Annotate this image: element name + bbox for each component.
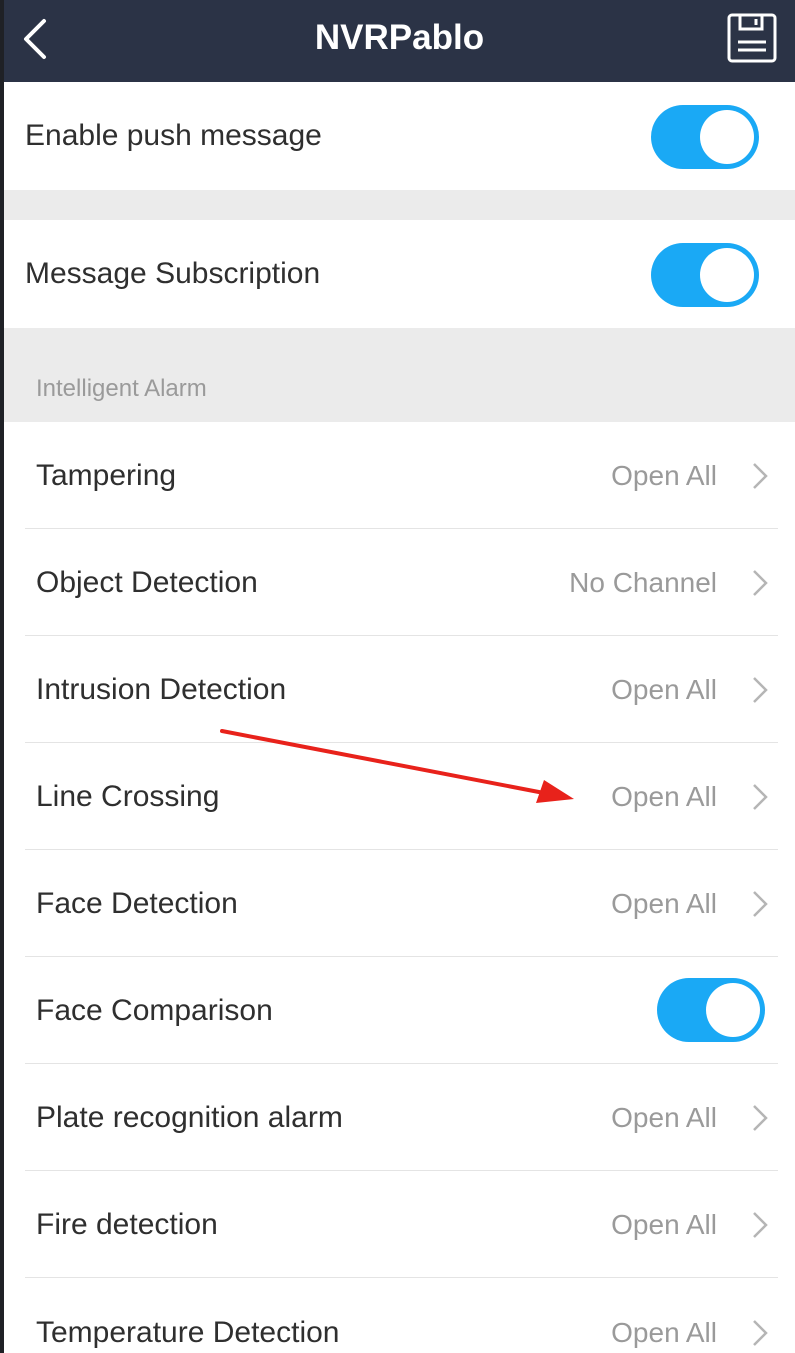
alarm-item-value: Open All: [611, 460, 717, 491]
chevron-right-icon: [753, 570, 768, 596]
chevron-right-icon: [753, 1320, 768, 1346]
chevron-right-icon: [753, 463, 768, 489]
chevron-right-icon: [753, 1105, 768, 1131]
alarm-item-label: Temperature Detection: [36, 1316, 340, 1349]
chevron-right-icon: [753, 784, 768, 810]
alarm-item-value: Open All: [611, 1317, 717, 1348]
alarm-item-value: Open All: [611, 781, 717, 812]
floppy-disk-icon[interactable]: [726, 12, 778, 64]
page-title: NVRPablo: [314, 18, 485, 57]
alarm-item-label: Fire detection: [36, 1208, 218, 1241]
toggle-knob: [706, 983, 760, 1037]
push-message-label: Enable push message: [25, 119, 322, 152]
chevron-right-icon: [753, 1212, 768, 1238]
message-subscription-row: Message Subscription: [4, 220, 795, 328]
alarm-item-fire-detection[interactable]: Fire detection Open All: [4, 1171, 795, 1277]
alarm-item-value: Open All: [611, 888, 717, 919]
alarm-item-value: Open All: [611, 1209, 717, 1240]
alarm-item-label: Face Detection: [36, 887, 238, 920]
alarm-item-value: No Channel: [569, 567, 717, 598]
section-header-bar: Intelligent Alarm: [4, 328, 795, 422]
toggle-knob: [700, 248, 754, 302]
alarm-item-line-crossing[interactable]: Line Crossing Open All: [4, 743, 795, 849]
nav-bar: NVRPablo: [4, 0, 795, 82]
alarm-item-face-comparison: Face Comparison: [4, 957, 795, 1063]
alarm-item-intrusion-detection[interactable]: Intrusion Detection Open All: [4, 636, 795, 742]
alarm-item-label: Object Detection: [36, 566, 258, 599]
push-message-row: Enable push message: [4, 82, 795, 190]
toggle-knob: [700, 110, 754, 164]
message-subscription-toggle[interactable]: [651, 243, 759, 307]
alarm-item-label: Plate recognition alarm: [36, 1101, 343, 1134]
alarm-item-tampering[interactable]: Tampering Open All: [4, 422, 795, 529]
section-gap: [4, 190, 795, 220]
alarm-item-value: Open All: [611, 1102, 717, 1133]
alarm-item-value: Open All: [611, 674, 717, 705]
chevron-right-icon: [753, 677, 768, 703]
alarm-item-temperature-detection[interactable]: Temperature Detection Open All: [4, 1278, 795, 1353]
face-comparison-toggle[interactable]: [657, 978, 765, 1042]
alarm-item-label: Face Comparison: [36, 994, 273, 1027]
section-title: Intelligent Alarm: [36, 375, 207, 402]
alarm-item-label: Intrusion Detection: [36, 673, 287, 706]
alarm-item-label: Line Crossing: [36, 780, 220, 813]
alarm-item-object-detection[interactable]: Object Detection No Channel: [4, 529, 795, 635]
alarm-item-face-detection[interactable]: Face Detection Open All: [4, 850, 795, 956]
alarm-item-plate-recognition[interactable]: Plate recognition alarm Open All: [4, 1064, 795, 1170]
screen: NVRPablo Enable push message Message Sub…: [4, 0, 795, 1353]
push-message-toggle[interactable]: [651, 105, 759, 169]
chevron-right-icon: [753, 891, 768, 917]
message-subscription-label: Message Subscription: [25, 257, 321, 290]
alarm-item-label: Tampering: [36, 459, 177, 492]
